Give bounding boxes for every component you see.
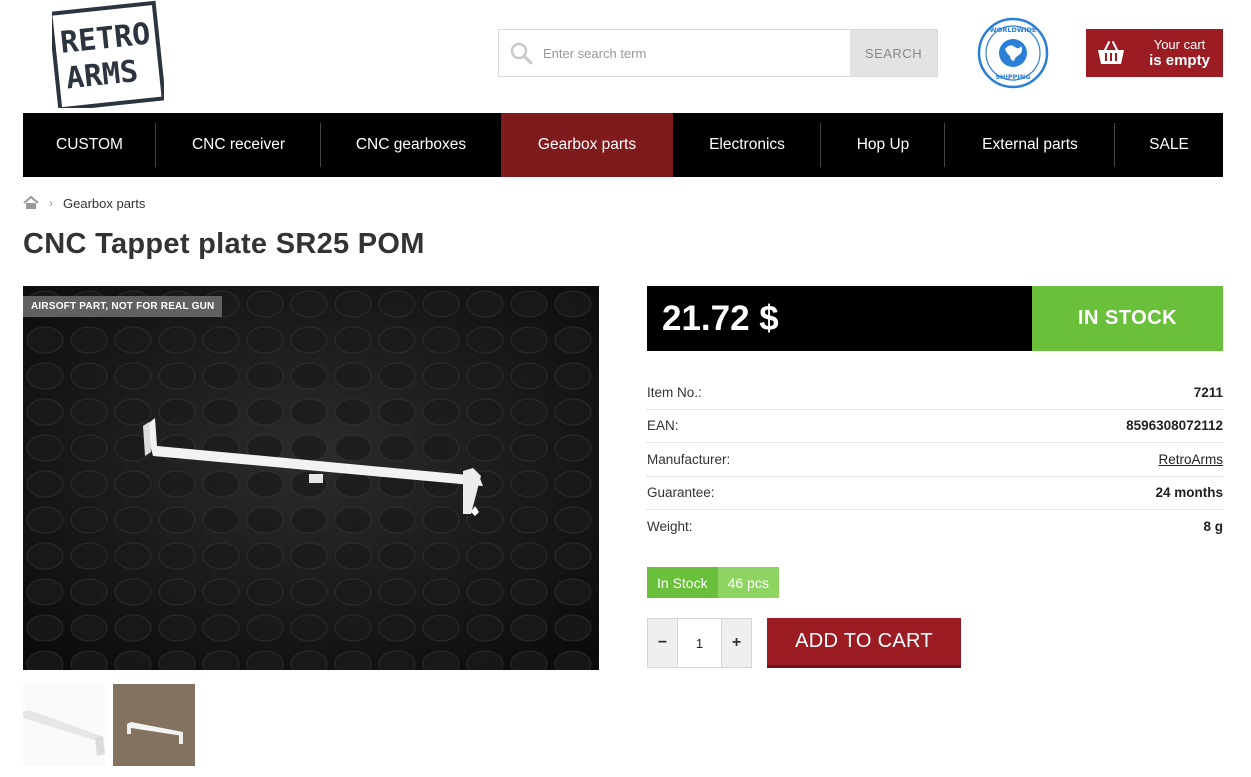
search-icon: [499, 30, 543, 76]
chevron-right-icon: ›: [49, 196, 53, 210]
nav-item-cnc-receiver[interactable]: CNC receiver: [156, 113, 321, 177]
quantity-input[interactable]: 1: [677, 619, 722, 667]
param-label: EAN:: [647, 418, 679, 434]
param-value: 8596308072112: [1126, 418, 1223, 434]
nav-item-electronics[interactable]: Electronics: [673, 113, 821, 177]
main-nav: CUSTOM CNC receiver CNC gearboxes Gearbo…: [23, 113, 1223, 177]
nav-item-sale[interactable]: SALE: [1115, 113, 1223, 177]
param-row: Guarantee: 24 months: [647, 477, 1223, 510]
home-icon[interactable]: [23, 195, 39, 211]
basket-icon: [1086, 40, 1136, 66]
svg-text:WORLDWIDE: WORLDWIDE: [990, 26, 1037, 34]
breadcrumb-current: Gearbox parts: [63, 195, 146, 211]
thumbnail-image: [23, 684, 105, 766]
product-thumbnail[interactable]: [113, 684, 195, 766]
product-main-image[interactable]: AIRSOFT PART, NOT FOR REAL GUN: [23, 286, 599, 670]
logo[interactable]: RETRO ARMS: [48, 0, 166, 112]
add-to-cart-button[interactable]: ADD TO CART: [767, 618, 961, 668]
quantity-stepper: − 1 +: [647, 618, 752, 668]
search-button[interactable]: SEARCH: [850, 30, 937, 76]
svg-text:RETRO: RETRO: [59, 17, 152, 61]
param-label: Weight:: [647, 519, 693, 535]
product-thumbnail[interactable]: [23, 684, 105, 766]
thumbnail-image: [113, 684, 195, 766]
param-label: Item No.:: [647, 384, 702, 400]
product-photo: [23, 286, 599, 670]
cart-label: Your cart: [1153, 37, 1206, 52]
stock-status-badge: IN STOCK: [1032, 286, 1223, 351]
param-label: Manufacturer:: [647, 451, 731, 467]
param-row: Item No.: 7211: [647, 376, 1223, 410]
nav-item-cnc-gearboxes[interactable]: CNC gearboxes: [321, 113, 501, 177]
worldwide-shipping-badge: WORLDWIDE SHIPPING: [977, 17, 1049, 89]
param-row: Weight: 8 g: [647, 510, 1223, 544]
param-value: 7211: [1193, 384, 1223, 400]
param-row: Manufacturer: RetroArms: [647, 443, 1223, 477]
param-row: EAN: 8596308072112: [647, 410, 1223, 443]
increment-button[interactable]: +: [722, 619, 751, 667]
cart-button[interactable]: Your cart is empty: [1086, 29, 1223, 77]
availability-badge: In Stock 46 pcs: [647, 567, 779, 598]
price: 21.72 $: [647, 286, 1032, 351]
search-input[interactable]: [543, 30, 850, 76]
availability-status: In Stock: [647, 567, 718, 598]
nav-item-hop-up[interactable]: Hop Up: [821, 113, 945, 177]
svg-text:SHIPPING: SHIPPING: [995, 73, 1030, 81]
svg-text:ARMS: ARMS: [64, 54, 140, 96]
param-value: 8 g: [1203, 519, 1223, 535]
image-label: AIRSOFT PART, NOT FOR REAL GUN: [23, 296, 223, 317]
manufacturer-link[interactable]: RetroArms: [1158, 452, 1223, 467]
param-value: 24 months: [1155, 485, 1223, 501]
product-parameters: Item No.: 7211 EAN: 8596308072112 Manufa…: [647, 376, 1223, 544]
breadcrumb: › Gearbox parts: [23, 195, 145, 211]
availability-quantity: 46 pcs: [717, 567, 779, 598]
page-title: CNC Tappet plate SR25 POM: [23, 228, 425, 260]
nav-item-external-parts[interactable]: External parts: [945, 113, 1115, 177]
globe-icon: WORLDWIDE SHIPPING: [977, 17, 1049, 89]
decrement-button[interactable]: −: [648, 619, 677, 667]
price-bar: 21.72 $ IN STOCK: [647, 286, 1223, 351]
param-label: Guarantee:: [647, 485, 715, 501]
nav-item-custom[interactable]: CUSTOM: [23, 113, 156, 177]
cart-status: is empty: [1149, 52, 1210, 69]
retro-arms-logo-icon: RETRO ARMS: [48, 0, 166, 112]
search-bar: SEARCH: [498, 29, 938, 77]
nav-item-gearbox-parts[interactable]: Gearbox parts: [501, 113, 673, 177]
